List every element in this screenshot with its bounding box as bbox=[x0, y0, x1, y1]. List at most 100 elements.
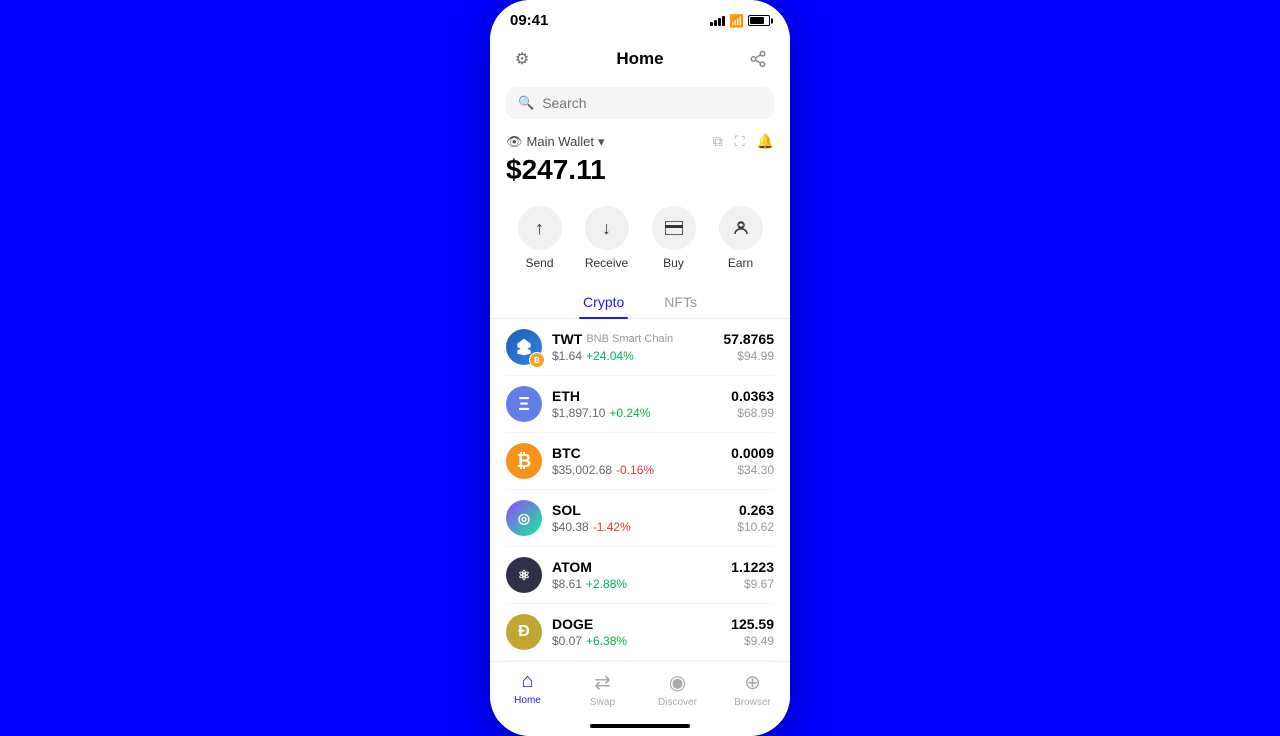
coin-value: $10.62 bbox=[737, 520, 774, 534]
settings-icon[interactable]: ⚙ bbox=[506, 43, 538, 75]
discover-icon: ◉ bbox=[669, 670, 686, 695]
coin-left: Ξ ETH $1,897.10 +0.24% bbox=[506, 386, 650, 422]
coin-info: TWT BNB Smart Chain $1.64 +24.04% bbox=[552, 331, 673, 363]
btc-icon: ₿ bbox=[506, 443, 542, 479]
nav-discover[interactable]: ◉ Discover bbox=[653, 670, 703, 708]
coin-info: DOGE $0.07 +6.38% bbox=[552, 616, 627, 648]
status-time: 09:41 bbox=[510, 12, 548, 29]
copy-icon[interactable]: ⧉ bbox=[713, 133, 723, 150]
coin-amount: 0.0009 bbox=[731, 445, 774, 461]
coin-value: $94.99 bbox=[723, 349, 774, 363]
list-item[interactable]: B TWT BNB Smart Chain $1.64 +24.04% 57.8… bbox=[506, 319, 774, 376]
receive-icon: ↓ bbox=[585, 206, 629, 250]
eth-icon: Ξ bbox=[506, 386, 542, 422]
coin-chain: BNB Smart Chain bbox=[586, 333, 673, 345]
bnb-sub-icon: B bbox=[529, 352, 545, 368]
coin-change: +0.24% bbox=[609, 406, 650, 420]
status-bar: 09:41 📶 bbox=[490, 0, 790, 35]
coin-symbol: SOL bbox=[552, 502, 581, 518]
coin-amount: 125.59 bbox=[731, 616, 774, 632]
signal-icon bbox=[710, 16, 725, 26]
home-indicator bbox=[590, 724, 690, 728]
coin-value: $9.49 bbox=[731, 634, 774, 648]
coin-amount: 0.0363 bbox=[731, 388, 774, 404]
nav-swap-label: Swap bbox=[590, 697, 615, 708]
nav-browser[interactable]: ⊕ Browser bbox=[728, 670, 778, 708]
coin-value: $9.67 bbox=[731, 577, 774, 591]
coin-left: B TWT BNB Smart Chain $1.64 +24.04% bbox=[506, 329, 673, 365]
nav-discover-label: Discover bbox=[658, 697, 697, 708]
wallet-section: 👁 Main Wallet ▾ ⧉ ⛶ 🔔 $247.11 bbox=[490, 129, 790, 198]
search-icon: 🔍 bbox=[518, 95, 534, 111]
coin-change: -1.42% bbox=[593, 520, 631, 534]
tab-crypto[interactable]: Crypto bbox=[579, 286, 628, 318]
receive-label: Receive bbox=[585, 256, 628, 270]
earn-button[interactable]: Earn bbox=[719, 206, 763, 270]
search-input[interactable] bbox=[542, 95, 762, 111]
send-button[interactable]: ↑ Send bbox=[518, 206, 562, 270]
bell-icon[interactable]: 🔔 bbox=[757, 133, 774, 150]
list-item[interactable]: ◎ SOL $40.38 -1.42% 0.263 $10.62 bbox=[506, 490, 774, 547]
eye-icon: 👁 bbox=[506, 134, 523, 150]
status-icons: 📶 bbox=[710, 14, 770, 28]
coin-change: +2.88% bbox=[586, 577, 627, 591]
coin-right: 0.0009 $34.30 bbox=[731, 445, 774, 477]
coin-symbol: ETH bbox=[552, 388, 580, 404]
coin-price: $35,002.68 bbox=[552, 463, 612, 477]
coin-right: 1.1223 $9.67 bbox=[731, 559, 774, 591]
coin-left: Ð DOGE $0.07 +6.38% bbox=[506, 614, 627, 650]
coin-value: $34.30 bbox=[731, 463, 774, 477]
wifi-icon: 📶 bbox=[729, 14, 744, 28]
wallet-action-icons: ⧉ ⛶ 🔔 bbox=[713, 133, 774, 150]
coin-amount: 1.1223 bbox=[731, 559, 774, 575]
coin-price: $1,897.10 bbox=[552, 406, 605, 420]
doge-icon: Ð bbox=[506, 614, 542, 650]
coin-right: 125.59 $9.49 bbox=[731, 616, 774, 648]
coin-left: ⚛ ATOM $8.61 +2.88% bbox=[506, 557, 627, 593]
coin-change: +24.04% bbox=[586, 349, 634, 363]
nav-home[interactable]: ⌂ Home bbox=[503, 670, 553, 708]
coin-left: ₿ BTC $35,002.68 -0.16% bbox=[506, 443, 654, 479]
link-icon[interactable] bbox=[742, 43, 774, 75]
wallet-label[interactable]: 👁 Main Wallet ▾ bbox=[506, 134, 604, 150]
coin-change: -0.16% bbox=[616, 463, 654, 477]
list-item[interactable]: ⚛ ATOM $8.61 +2.88% 1.1223 $9.67 bbox=[506, 547, 774, 604]
coin-left: ◎ SOL $40.38 -1.42% bbox=[506, 500, 631, 536]
wallet-name: Main Wallet bbox=[527, 134, 594, 149]
buy-icon bbox=[652, 206, 696, 250]
crypto-list: B TWT BNB Smart Chain $1.64 +24.04% 57.8… bbox=[490, 319, 790, 661]
coin-price: $8.61 bbox=[552, 577, 582, 591]
send-icon: ↑ bbox=[518, 206, 562, 250]
earn-label: Earn bbox=[728, 256, 753, 270]
battery-icon bbox=[748, 15, 770, 26]
wallet-balance: $247.11 bbox=[506, 154, 774, 186]
buy-label: Buy bbox=[663, 256, 684, 270]
coin-info: ATOM $8.61 +2.88% bbox=[552, 559, 627, 591]
coin-price: $40.38 bbox=[552, 520, 589, 534]
coin-info: ETH $1,897.10 +0.24% bbox=[552, 388, 650, 420]
list-item[interactable]: Ξ ETH $1,897.10 +0.24% 0.0363 $68.99 bbox=[506, 376, 774, 433]
coin-price: $1.64 bbox=[552, 349, 582, 363]
search-bar[interactable]: 🔍 bbox=[506, 87, 774, 119]
twt-icon: B bbox=[506, 329, 542, 365]
coin-amount: 0.263 bbox=[737, 502, 774, 518]
coin-symbol: DOGE bbox=[552, 616, 593, 632]
tab-nfts[interactable]: NFTs bbox=[660, 286, 701, 318]
nav-swap[interactable]: ⇄ Swap bbox=[578, 670, 628, 708]
buy-button[interactable]: Buy bbox=[652, 206, 696, 270]
receive-button[interactable]: ↓ Receive bbox=[585, 206, 629, 270]
page-title: Home bbox=[616, 49, 663, 69]
expand-icon[interactable]: ⛶ bbox=[735, 133, 745, 150]
atom-icon: ⚛ bbox=[506, 557, 542, 593]
list-item[interactable]: Ð DOGE $0.07 +6.38% 125.59 $9.49 bbox=[506, 604, 774, 661]
browser-icon: ⊕ bbox=[744, 670, 761, 695]
coin-info: BTC $35,002.68 -0.16% bbox=[552, 445, 654, 477]
home-icon: ⌂ bbox=[521, 670, 533, 693]
coin-right: 0.263 $10.62 bbox=[737, 502, 774, 534]
sol-icon: ◎ bbox=[506, 500, 542, 536]
swap-icon: ⇄ bbox=[594, 670, 611, 695]
coin-change: +6.38% bbox=[586, 634, 627, 648]
app-header: ⚙ Home bbox=[490, 35, 790, 83]
coin-amount: 57.8765 bbox=[723, 331, 774, 347]
list-item[interactable]: ₿ BTC $35,002.68 -0.16% 0.0009 $34.30 bbox=[506, 433, 774, 490]
